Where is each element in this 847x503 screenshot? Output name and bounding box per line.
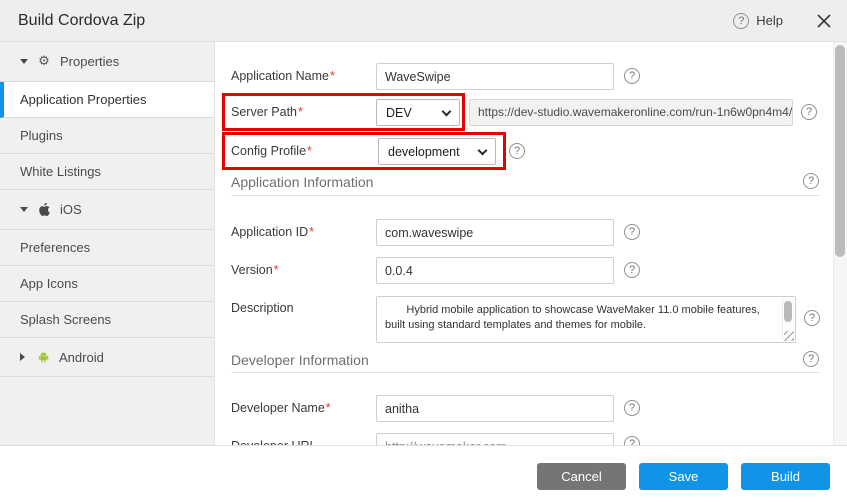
gear-icon: ⚙: [37, 55, 51, 68]
caret-down-icon: [20, 207, 28, 212]
help-button[interactable]: Help: [733, 13, 783, 29]
close-icon: [817, 14, 831, 28]
server-path-selected: DEV: [386, 106, 412, 120]
build-button[interactable]: Build: [741, 463, 830, 490]
required-marker: *: [274, 263, 279, 277]
sidebar-item-label: Preferences: [20, 240, 90, 255]
required-marker: *: [330, 69, 335, 83]
description-label: Description: [231, 301, 294, 315]
description-help-icon[interactable]: [804, 310, 820, 326]
footer-bar: Cancel Save Build: [0, 445, 847, 503]
sidebar-item-label: Splash Screens: [20, 312, 111, 327]
server-path-url-field: https://dev-studio.wavemakeronline.com/r…: [469, 99, 793, 126]
section-divider: [231, 372, 819, 373]
content-scrollbar-track[interactable]: [833, 42, 847, 445]
developer-name-input[interactable]: [376, 395, 614, 422]
textarea-scrollbar-thumb[interactable]: [784, 301, 792, 322]
application-information-help-icon[interactable]: [803, 173, 819, 189]
version-label: Version*: [231, 263, 279, 277]
help-label: Help: [756, 13, 783, 28]
sidebar-item-label: App Icons: [20, 276, 78, 291]
sidebar-item-splash-screens[interactable]: Splash Screens: [0, 302, 214, 338]
developer-name-help-icon[interactable]: [624, 400, 640, 416]
required-marker: *: [326, 401, 331, 415]
developer-information-help-icon[interactable]: [803, 351, 819, 367]
sidebar-group-label: Properties: [60, 54, 119, 69]
sidebar-item-white-listings[interactable]: White Listings: [0, 154, 214, 190]
help-circle-icon: [733, 13, 749, 29]
form-panel: Application Name* Server Path* DEV https…: [216, 42, 847, 445]
application-information-title: Application Information: [231, 174, 373, 190]
sidebar-item-label: White Listings: [20, 164, 101, 179]
caret-down-icon: [20, 59, 28, 64]
sidebar-item-plugins[interactable]: Plugins: [0, 118, 214, 154]
application-id-label: Application ID*: [231, 225, 314, 239]
config-profile-help-icon[interactable]: [509, 143, 525, 159]
sidebar-group-properties[interactable]: ⚙ Properties: [0, 42, 214, 82]
cancel-button[interactable]: Cancel: [537, 463, 626, 490]
save-button[interactable]: Save: [639, 463, 728, 490]
version-input[interactable]: [376, 257, 614, 284]
android-icon: [36, 351, 50, 364]
resize-grip-icon[interactable]: [784, 331, 794, 341]
application-id-help-icon[interactable]: [624, 224, 640, 240]
application-name-label: Application Name*: [231, 69, 335, 83]
apple-icon: [37, 203, 51, 216]
caret-right-icon: [20, 353, 25, 361]
developer-information-title: Developer Information: [231, 352, 369, 368]
application-id-input[interactable]: [376, 219, 614, 246]
config-profile-select[interactable]: development: [378, 138, 496, 165]
sidebar-item-label: Plugins: [20, 128, 63, 143]
sidebar-group-android[interactable]: Android: [0, 338, 214, 377]
sidebar: ⚙ Properties Application Properties Plug…: [0, 42, 215, 445]
developer-url-input[interactable]: [376, 433, 614, 445]
dialog-title: Build Cordova Zip: [18, 12, 733, 30]
sidebar-item-application-properties[interactable]: Application Properties: [0, 82, 214, 118]
sidebar-item-preferences[interactable]: Preferences: [0, 230, 214, 266]
sidebar-group-label: iOS: [60, 202, 82, 217]
sidebar-item-label: Application Properties: [20, 92, 146, 107]
server-path-label: Server Path*: [231, 105, 303, 119]
content-scrollbar-thumb[interactable]: [835, 45, 845, 257]
application-name-help-icon[interactable]: [624, 68, 640, 84]
required-marker: *: [298, 105, 303, 119]
server-path-select[interactable]: DEV: [376, 99, 460, 126]
config-profile-label: Config Profile*: [231, 144, 312, 158]
build-cordova-zip-dialog: Build Cordova Zip Help ⚙ Properties Appl…: [0, 0, 847, 503]
version-help-icon[interactable]: [624, 262, 640, 278]
developer-url-help-icon[interactable]: [624, 436, 640, 445]
description-textarea[interactable]: Hybrid mobile application to showcase Wa…: [377, 297, 795, 342]
sidebar-group-label: Android: [59, 350, 104, 365]
title-bar: Build Cordova Zip Help: [0, 0, 847, 42]
config-profile-selected: development: [388, 145, 460, 159]
close-button[interactable]: [817, 14, 831, 28]
developer-name-label: Developer Name*: [231, 401, 331, 415]
server-path-help-icon[interactable]: [801, 104, 817, 120]
required-marker: *: [309, 225, 314, 239]
sidebar-item-app-icons[interactable]: App Icons: [0, 266, 214, 302]
description-field-wrap: Hybrid mobile application to showcase Wa…: [376, 296, 796, 343]
chevron-down-icon: [478, 145, 488, 155]
required-marker: *: [307, 144, 312, 158]
application-name-input[interactable]: [376, 63, 614, 90]
chevron-down-icon: [442, 106, 452, 116]
sidebar-group-ios[interactable]: iOS: [0, 190, 214, 230]
section-divider: [231, 195, 819, 196]
